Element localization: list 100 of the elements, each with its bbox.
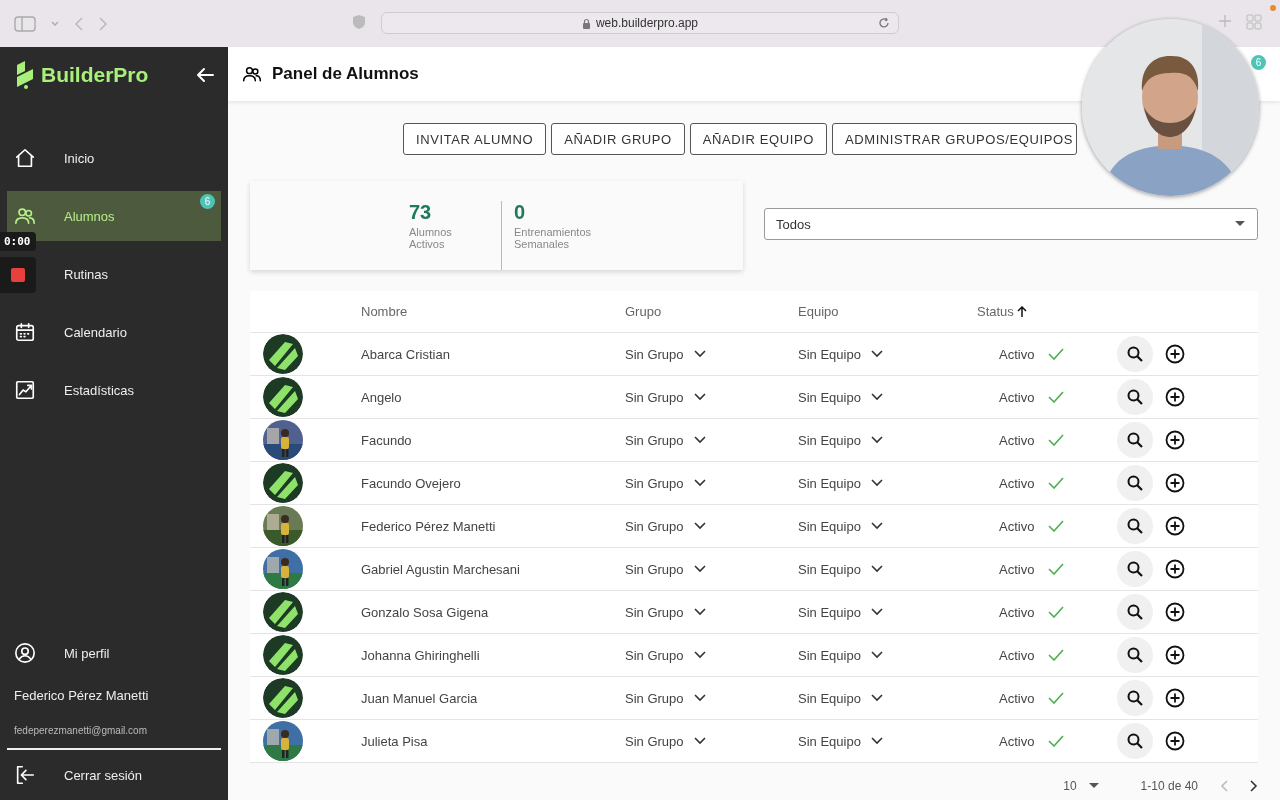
avatar-icon bbox=[263, 463, 303, 504]
search-icon bbox=[1127, 389, 1143, 406]
calendar-icon bbox=[14, 321, 36, 343]
team-select[interactable]: Sin Equipo bbox=[798, 561, 977, 577]
action-button[interactable]: AÑADIR EQUIPO bbox=[689, 123, 827, 156]
team-select[interactable]: Sin Equipo bbox=[798, 647, 977, 663]
search-button[interactable] bbox=[1117, 379, 1153, 416]
stat-label: Entrenamientos Semanales bbox=[514, 226, 593, 251]
search-icon bbox=[1127, 561, 1143, 578]
collapse-icon[interactable] bbox=[195, 66, 215, 84]
plus-circle-icon bbox=[1165, 645, 1185, 666]
plus-circle-icon bbox=[1165, 602, 1185, 623]
plus-circle-icon bbox=[1165, 344, 1185, 365]
team-select[interactable]: Sin Equipo bbox=[798, 389, 977, 405]
nav-item[interactable]: Estadísticas bbox=[7, 365, 221, 415]
search-button[interactable] bbox=[1117, 723, 1153, 760]
search-button[interactable] bbox=[1117, 465, 1153, 502]
group-select[interactable]: Sin Grupo bbox=[625, 518, 798, 534]
sidebar-toggle-icon[interactable] bbox=[14, 15, 36, 32]
student-name: Juan Manuel Garcia bbox=[361, 690, 479, 706]
search-button[interactable] bbox=[1117, 422, 1153, 459]
chevron-down-icon bbox=[870, 694, 883, 703]
filter-select[interactable]: Todos bbox=[764, 208, 1258, 241]
chevron-down-icon bbox=[870, 479, 883, 488]
team-select[interactable]: Sin Equipo bbox=[798, 432, 977, 448]
chevron-down-icon bbox=[693, 737, 706, 746]
student-name: Federico Pérez Manetti bbox=[361, 518, 497, 534]
column-header[interactable]: Grupo bbox=[625, 304, 798, 320]
search-button[interactable] bbox=[1117, 551, 1153, 588]
chevron-down-icon bbox=[870, 608, 883, 617]
profile-link[interactable]: Mi perfil bbox=[7, 628, 221, 678]
student-name: Facundo bbox=[361, 432, 413, 448]
user-email: fedeperezmanetti@gmail.com bbox=[13, 724, 148, 738]
team-select[interactable]: Sin Equipo bbox=[798, 690, 977, 706]
column-header[interactable]: Status bbox=[977, 304, 1117, 320]
student-name: Facundo Ovejero bbox=[361, 475, 462, 491]
chevron-down-icon bbox=[870, 393, 883, 402]
stat-value: 0 bbox=[514, 201, 527, 225]
search-button[interactable] bbox=[1117, 680, 1153, 717]
sort-arrow-icon[interactable] bbox=[1016, 305, 1027, 318]
status-text: Activo bbox=[999, 690, 1035, 706]
column-header[interactable]: Equipo bbox=[798, 304, 977, 320]
chevron-down-icon bbox=[693, 608, 706, 617]
search-button[interactable] bbox=[1117, 336, 1153, 373]
chevron-down-icon bbox=[870, 565, 883, 574]
group-select[interactable]: Sin Grupo bbox=[625, 475, 798, 491]
group-select[interactable]: Sin Grupo bbox=[625, 733, 798, 749]
rows-per-page-select[interactable]: 10 bbox=[1063, 778, 1099, 793]
plus-circle-icon bbox=[1165, 387, 1185, 408]
nav-item[interactable]: Inicio bbox=[7, 133, 221, 183]
team-select[interactable]: Sin Equipo bbox=[798, 604, 977, 620]
stat-label: Alumnos Activos bbox=[409, 226, 453, 251]
home-icon bbox=[14, 147, 36, 169]
reload-icon[interactable] bbox=[878, 17, 890, 29]
avatar-icon bbox=[263, 377, 303, 418]
search-icon bbox=[1127, 604, 1143, 621]
group-select[interactable]: Sin Grupo bbox=[625, 690, 798, 706]
chevron-left-icon bbox=[1220, 779, 1228, 792]
chevron-down-icon bbox=[870, 737, 883, 746]
plus-circle-icon bbox=[1165, 731, 1185, 752]
chevron-down-icon bbox=[870, 522, 883, 531]
search-icon bbox=[1127, 346, 1143, 363]
avatar-icon bbox=[263, 635, 303, 676]
group-select[interactable]: Sin Grupo bbox=[625, 346, 798, 362]
chevron-down-icon bbox=[693, 479, 706, 488]
search-button[interactable] bbox=[1117, 637, 1153, 674]
stop-recording-button[interactable] bbox=[0, 257, 36, 293]
chevron-down-icon bbox=[693, 651, 706, 660]
action-button[interactable]: INVITAR ALUMNO bbox=[403, 123, 547, 156]
student-name: Gabriel Agustin Marchesani bbox=[361, 561, 521, 577]
logout-link[interactable]: Cerrar sesión bbox=[7, 750, 221, 800]
group-select[interactable]: Sin Grupo bbox=[625, 561, 798, 577]
plus-circle-icon bbox=[1165, 559, 1185, 580]
stat-value: 73 bbox=[409, 201, 433, 225]
team-select[interactable]: Sin Equipo bbox=[798, 518, 977, 534]
url-text: web.builderpro.app bbox=[595, 16, 699, 30]
search-button[interactable] bbox=[1117, 594, 1153, 631]
nav-item[interactable]: Rutinas bbox=[38, 249, 221, 299]
team-select[interactable]: Sin Equipo bbox=[798, 475, 977, 491]
search-button[interactable] bbox=[1117, 508, 1153, 545]
column-header[interactable]: Nombre bbox=[361, 304, 625, 320]
address-bar[interactable]: web.builderpro.app bbox=[381, 12, 899, 34]
status-text: Activo bbox=[999, 346, 1035, 362]
user-icon bbox=[14, 642, 36, 664]
chevron-down-icon bbox=[870, 651, 883, 660]
action-button[interactable]: ADMINISTRAR GRUPOS/EQUIPOS bbox=[831, 123, 1077, 156]
group-select[interactable]: Sin Grupo bbox=[625, 604, 798, 620]
group-select[interactable]: Sin Grupo bbox=[625, 389, 798, 405]
nav-item[interactable]: Calendario bbox=[7, 307, 221, 357]
team-select[interactable]: Sin Equipo bbox=[798, 346, 977, 362]
chart-icon bbox=[14, 379, 36, 401]
next-page-button[interactable] bbox=[1250, 779, 1258, 792]
search-icon bbox=[1127, 432, 1143, 449]
status-text: Activo bbox=[999, 647, 1035, 663]
search-icon bbox=[1127, 518, 1143, 535]
team-select[interactable]: Sin Equipo bbox=[798, 733, 977, 749]
group-select[interactable]: Sin Grupo bbox=[625, 432, 798, 448]
action-button[interactable]: AÑADIR GRUPO bbox=[551, 123, 685, 156]
group-select[interactable]: Sin Grupo bbox=[625, 647, 798, 663]
chevron-down-icon bbox=[870, 436, 883, 445]
